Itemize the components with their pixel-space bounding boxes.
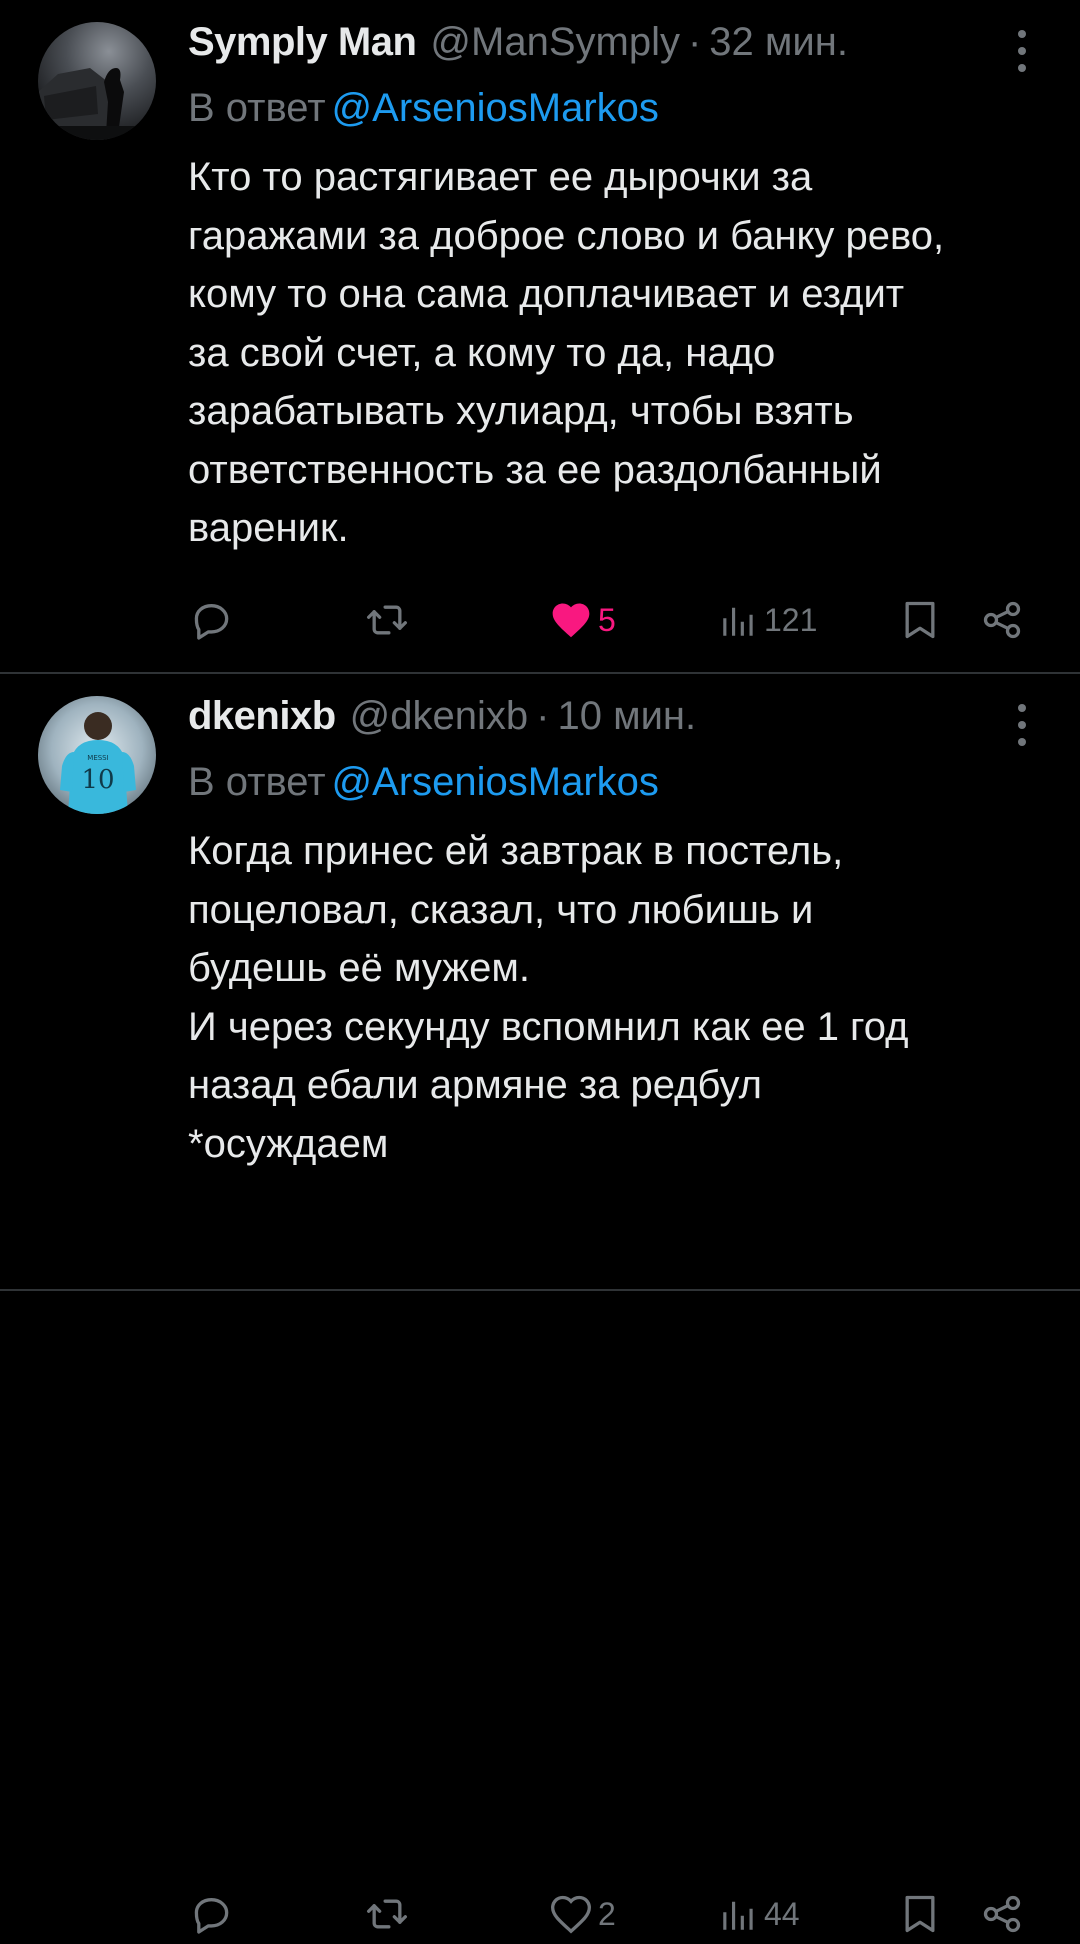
- share-icon: [983, 1895, 1021, 1933]
- svg-text:MESSI: MESSI: [87, 754, 108, 762]
- timestamp[interactable]: 32 мин.: [709, 20, 848, 65]
- share-button[interactable]: [980, 1884, 1024, 1944]
- bookmark-icon: [905, 601, 935, 639]
- views-count: 44: [764, 1895, 800, 1932]
- like-button[interactable]: 2: [548, 1884, 616, 1944]
- reply-prefix: В ответ: [188, 760, 326, 804]
- more-vertical-icon[interactable]: [1014, 704, 1030, 746]
- action-bar: 5 121: [0, 590, 1080, 650]
- views-icon: [723, 1901, 753, 1930]
- bookmark-icon: [905, 1895, 935, 1933]
- more-vertical-icon[interactable]: [1014, 30, 1030, 72]
- avatar[interactable]: 10 MESSI: [38, 696, 156, 814]
- bookmark-button[interactable]: [898, 1884, 942, 1944]
- like-count: 2: [598, 1895, 616, 1932]
- tweet-header: dkenixb @dkenixb · 10 мин.: [188, 694, 696, 746]
- bookmark-button[interactable]: [898, 590, 942, 650]
- avatar[interactable]: [38, 22, 156, 140]
- user-handle[interactable]: @dkenixb: [350, 694, 528, 739]
- reply-icon: [194, 604, 229, 640]
- views-button[interactable]: 121: [718, 590, 817, 650]
- retweet-icon: [367, 605, 407, 635]
- retweet-icon: [367, 1899, 407, 1929]
- tweet[interactable]: 10 MESSI dkenixb @dkenixb · 10 мин. В от…: [0, 674, 1080, 1934]
- tweet-header: Symply Man @ManSymply · 32 мин.: [188, 20, 848, 72]
- reply-button[interactable]: [190, 590, 234, 650]
- heart-icon: [552, 603, 590, 638]
- timestamp[interactable]: 10 мин.: [557, 694, 696, 739]
- svg-text:10: 10: [81, 765, 114, 795]
- views-count: 121: [764, 601, 818, 638]
- heart-icon: [551, 1895, 591, 1934]
- display-name[interactable]: dkenixb: [188, 694, 336, 739]
- separator: ·: [687, 20, 702, 64]
- tweet-divider: [0, 1289, 1080, 1291]
- reply-handle-link[interactable]: @ArseniosMarkos: [332, 86, 659, 130]
- reply-handle-link[interactable]: @ArseniosMarkos: [332, 760, 659, 804]
- views-icon: [723, 607, 753, 636]
- user-handle[interactable]: @ManSymply: [430, 20, 680, 65]
- views-button[interactable]: 44: [718, 1884, 800, 1944]
- tweet-text: Когда принес ей завтрак в постель, поцел…: [188, 829, 909, 1166]
- share-button[interactable]: [980, 590, 1024, 650]
- separator: ·: [536, 694, 550, 738]
- reply-icon: [194, 1898, 229, 1934]
- tweet-text: Кто то растягивает ее дырочки за гаражам…: [188, 155, 945, 550]
- reply-context: В ответ @ArseniosMarkos: [188, 86, 659, 131]
- reply-context: В ответ @ArseniosMarkos: [188, 760, 659, 805]
- display-name[interactable]: Symply Man: [188, 20, 417, 65]
- tweet[interactable]: Symply Man @ManSymply · 32 мин. В ответ @…: [0, 0, 1080, 672]
- reply-button[interactable]: [190, 1884, 234, 1944]
- like-count: 5: [598, 601, 616, 638]
- retweet-button[interactable]: [364, 590, 410, 650]
- action-bar: 2 44: [0, 1884, 1080, 1944]
- reply-prefix: В ответ: [188, 86, 326, 130]
- like-button[interactable]: 5: [548, 590, 616, 650]
- share-icon: [983, 601, 1021, 639]
- retweet-button[interactable]: [364, 1884, 410, 1944]
